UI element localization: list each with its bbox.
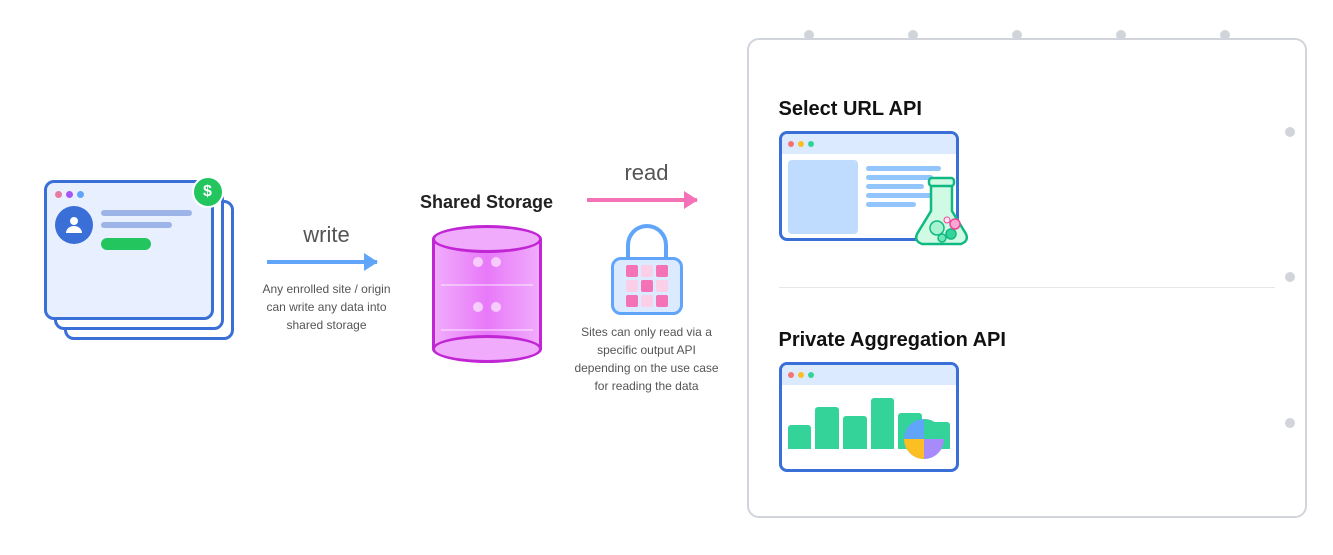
- bc-left-1: [788, 160, 858, 234]
- lp-3: [656, 265, 668, 277]
- read-caption: Sites can only read via a specific outpu…: [572, 323, 722, 395]
- card-front: [44, 180, 214, 320]
- read-section: read Sites can only read v: [567, 160, 727, 395]
- write-arrow: [267, 252, 387, 272]
- select-url-api-item: Select URL API: [779, 98, 1275, 246]
- diagram-container: $ write Any enrolled site / origin can w…: [27, 18, 1307, 538]
- lock-body: [611, 257, 683, 315]
- bb2-dot-r: [788, 372, 794, 378]
- pie-chart: [900, 415, 948, 463]
- bar-1: [788, 425, 812, 449]
- storage-title: Shared Storage: [420, 192, 553, 213]
- btn-green: [101, 238, 151, 250]
- bar-3: [843, 416, 867, 449]
- cylinder-bottom: [432, 335, 542, 363]
- bb-dot-g: [808, 141, 814, 147]
- bb2-dot-y: [798, 372, 804, 378]
- dot-pink: [55, 191, 62, 198]
- api2-title: Private Aggregation API: [779, 329, 1006, 352]
- private-agg-api-item: Private Aggregation API: [779, 329, 1275, 477]
- write-arrow-line: [267, 260, 377, 264]
- cyl-stripe-1: [441, 284, 533, 286]
- cyl-dot-2: [491, 257, 501, 267]
- cylinder: [432, 225, 542, 363]
- lock-pattern: [622, 261, 672, 311]
- write-arrow-section: write Any enrolled site / origin can wri…: [247, 222, 407, 334]
- dot-purple: [66, 191, 73, 198]
- write-label: write: [303, 222, 349, 248]
- browser-bar-2: [782, 365, 956, 385]
- cards-stack: $: [42, 178, 232, 378]
- dot-blue: [77, 191, 84, 198]
- browser-bar-1: [782, 134, 956, 154]
- cyl-stripe-2: [441, 329, 533, 331]
- cyl-dot-3: [473, 302, 483, 312]
- right-dots-col: [1285, 40, 1295, 516]
- right-dot-3: [1285, 418, 1295, 428]
- cylinder-top: [432, 225, 542, 253]
- right-dot-2: [1285, 272, 1295, 282]
- right-panel-inner: Select URL API: [749, 40, 1305, 516]
- write-caption: Any enrolled site / origin can write any…: [257, 280, 397, 334]
- lp-9: [656, 295, 668, 307]
- card-body: [55, 206, 203, 250]
- lp-6: [656, 280, 668, 292]
- bb2-dot-g: [808, 372, 814, 378]
- lp-2: [641, 265, 653, 277]
- chart-area: [782, 385, 956, 467]
- cyl-dot-row-2: [435, 302, 539, 312]
- read-arrow: [587, 190, 707, 210]
- read-label: read: [624, 160, 668, 186]
- enrolled-site-section: $: [27, 178, 247, 378]
- lp-7: [626, 295, 638, 307]
- lp-8: [641, 295, 653, 307]
- cylinder-body: [432, 239, 542, 349]
- right-dot-1: [1285, 127, 1295, 137]
- lock-shackle: [626, 224, 668, 260]
- card-lines: [101, 210, 203, 250]
- right-panel-outer: Select URL API: [727, 38, 1307, 518]
- line-1: [101, 210, 193, 216]
- shared-storage-section: Shared Storage: [407, 192, 567, 363]
- lp-4: [626, 280, 638, 292]
- select-url-visual: [779, 131, 969, 246]
- read-arrow-line: [587, 198, 697, 202]
- bar-4: [871, 398, 895, 449]
- api1-title: Select URL API: [779, 98, 922, 121]
- bar-2: [815, 407, 839, 449]
- cyl-dot-1: [473, 257, 483, 267]
- bc-line-1: [866, 166, 942, 171]
- private-agg-browser: [779, 362, 959, 472]
- lp-1: [626, 265, 638, 277]
- divider: [779, 287, 1275, 288]
- flask-icon: [909, 176, 974, 251]
- cyl-dot-4: [491, 302, 501, 312]
- card-dots: [55, 191, 203, 198]
- private-agg-visual: [779, 362, 969, 477]
- bb-dot-r: [788, 141, 794, 147]
- dollar-badge: $: [192, 176, 224, 208]
- right-panel: Select URL API: [747, 38, 1307, 518]
- line-2: [101, 222, 172, 228]
- lock-icon-wrapper: [607, 220, 687, 315]
- lp-5: [641, 280, 653, 292]
- cyl-dot-row-1: [435, 257, 539, 267]
- avatar-icon: [55, 206, 93, 244]
- bb-dot-y: [798, 141, 804, 147]
